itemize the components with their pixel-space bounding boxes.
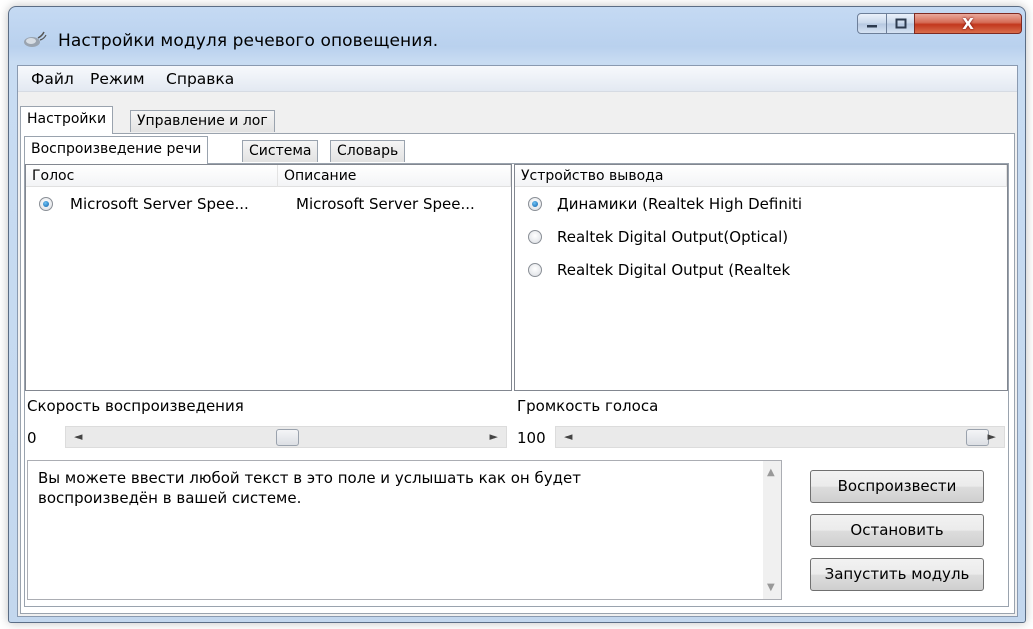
voice-row[interactable]: Microsoft Server Spee... Microsoft Serve…: [26, 195, 511, 225]
maximize-button[interactable]: [886, 13, 915, 34]
volume-slider[interactable]: ◄ ►: [555, 426, 1005, 448]
scroll-right-icon[interactable]: ►: [490, 430, 498, 443]
voice-list[interactable]: Голос Описание Microsoft Server Spee... …: [25, 164, 512, 391]
device-row[interactable]: Динамики (Realtek High Definiti: [515, 195, 1007, 225]
speech-tab-page: Голос Описание Microsoft Server Spee... …: [24, 163, 1009, 607]
menu-mode[interactable]: Режим: [90, 70, 145, 88]
speaker-app-icon: [24, 31, 47, 47]
tab-dictionary[interactable]: Словарь: [330, 140, 406, 162]
speed-slider-thumb[interactable]: [276, 429, 299, 446]
device-label: Realtek Digital Output(Optical): [557, 228, 789, 246]
voice-description: Microsoft Server Spee...: [296, 195, 475, 213]
tab-control-log[interactable]: Управление и лог: [130, 110, 275, 132]
settings-tab-page: Воспроизведение речи Система Словарь Гол…: [20, 133, 1015, 614]
voice-radio[interactable]: [39, 197, 53, 211]
scroll-left-icon[interactable]: ◄: [74, 430, 82, 443]
speed-slider[interactable]: ◄ ►: [65, 426, 507, 448]
speech-text-value: Вы можете ввести любой текст в это поле …: [38, 469, 581, 507]
minimize-icon: [867, 24, 877, 27]
scroll-right-icon[interactable]: ►: [988, 430, 996, 443]
speed-value: 0: [27, 429, 37, 447]
tab-system[interactable]: Система: [242, 140, 319, 162]
column-header-voice[interactable]: Голос: [26, 165, 278, 187]
top-tab-strip: Настройки Управление и лог: [18, 106, 418, 134]
device-row[interactable]: Realtek Digital Output(Optical): [515, 228, 1007, 258]
maximize-icon: [895, 18, 906, 29]
device-label: Realtek Digital Output (Realtek: [557, 261, 791, 279]
tab-speech-playback[interactable]: Воспроизведение речи: [24, 136, 209, 164]
device-radio[interactable]: [528, 197, 542, 211]
menu-bar: Файл Режим Справка: [18, 66, 1017, 92]
scroll-left-icon[interactable]: ◄: [564, 430, 572, 443]
column-header-description[interactable]: Описание: [278, 165, 511, 187]
output-device-list[interactable]: Устройство вывода Динамики (Realtek High…: [514, 164, 1008, 391]
title-bar[interactable]: Настройки модуля речевого оповещения. X: [9, 7, 1025, 59]
close-button[interactable]: X: [914, 13, 1022, 34]
device-radio[interactable]: [528, 230, 542, 244]
scroll-down-icon[interactable]: ▼: [767, 582, 775, 593]
volume-value: 100: [517, 429, 546, 447]
app-window: Настройки модуля речевого оповещения. X …: [8, 6, 1026, 623]
speech-text-input[interactable]: Вы можете ввести любой текст в это поле …: [27, 460, 782, 600]
client-area: Файл Режим Справка Настройки Управление …: [17, 65, 1018, 617]
play-button[interactable]: Воспроизвести: [810, 470, 984, 503]
start-module-button[interactable]: Запустить модуль: [810, 558, 984, 591]
window-title: Настройки модуля речевого оповещения.: [58, 31, 439, 51]
tab-settings[interactable]: Настройки: [20, 106, 114, 134]
volume-slider-thumb[interactable]: [966, 429, 989, 446]
device-label: Динамики (Realtek High Definiti: [557, 195, 803, 213]
minimize-button[interactable]: [857, 13, 887, 34]
device-radio[interactable]: [528, 263, 542, 277]
text-vertical-scrollbar[interactable]: ▲ ▼: [763, 461, 781, 599]
close-icon: X: [962, 14, 974, 33]
volume-label: Громкость голоса: [517, 397, 659, 415]
menu-file[interactable]: Файл: [31, 70, 74, 88]
device-row[interactable]: Realtek Digital Output (Realtek: [515, 261, 1007, 291]
sub-tab-strip: Воспроизведение речи Система Словарь: [24, 136, 474, 164]
column-header-output-device[interactable]: Устройство вывода: [515, 165, 1007, 187]
menu-help[interactable]: Справка: [166, 70, 234, 88]
scroll-up-icon[interactable]: ▲: [767, 467, 775, 478]
voice-name: Microsoft Server Spee...: [70, 195, 249, 213]
stop-button[interactable]: Остановить: [810, 514, 984, 547]
speed-label: Скорость воспроизведения: [27, 397, 244, 415]
